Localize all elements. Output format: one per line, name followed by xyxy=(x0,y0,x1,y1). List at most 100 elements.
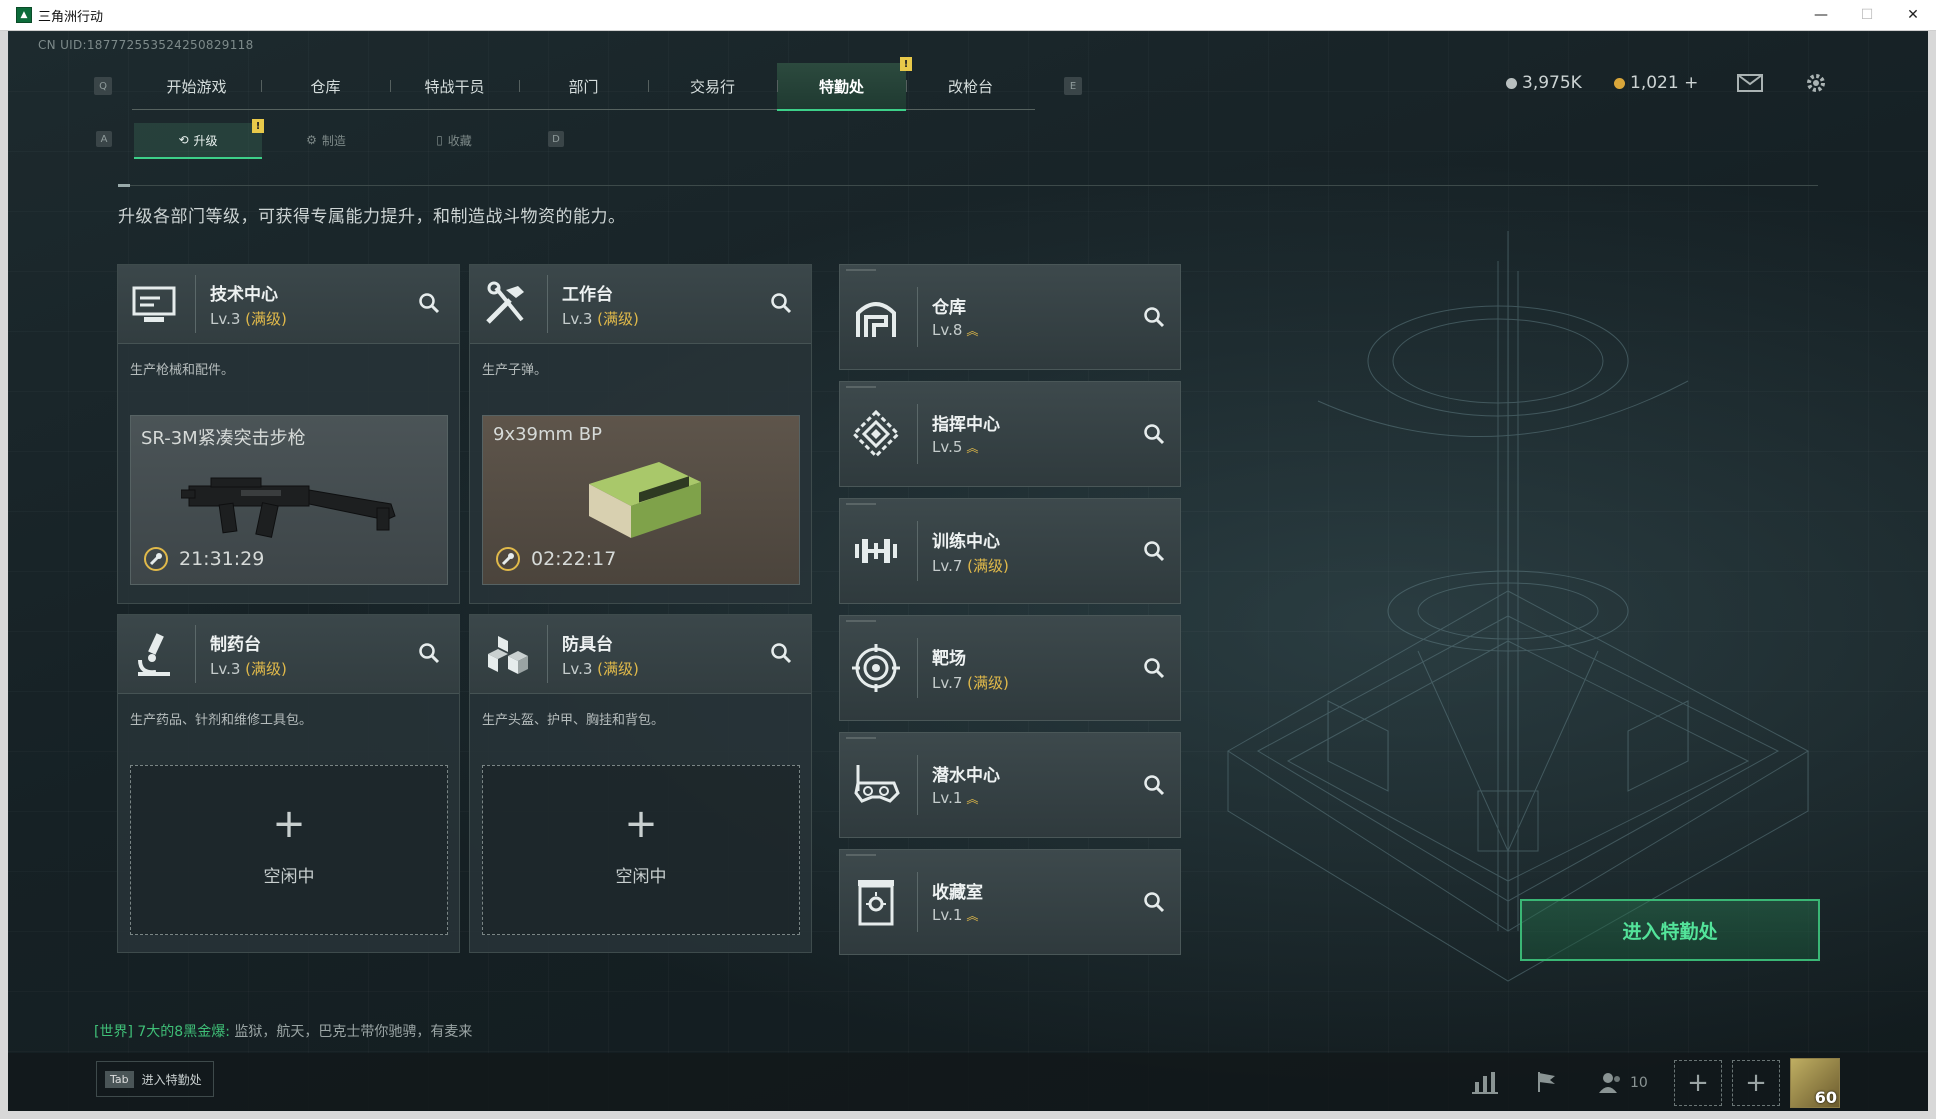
upgrade-available-icon: ︽ xyxy=(966,324,979,338)
world-chat-message[interactable]: [世界] 7大的8黑金爆: 监狱，航天，巴克士带你驰骋，有麦来 xyxy=(94,1021,472,1041)
card-tag-mark xyxy=(846,737,876,739)
friends-button[interactable]: 10 xyxy=(1598,1071,1648,1095)
game-viewport: CN UID:1877725535242508291​18 Q 开始游戏 仓库 … xyxy=(8,31,1928,1111)
page-description: 升级各部门等级，可获得专属能力提升，和制造战斗物资的能力。 xyxy=(118,207,626,227)
facility-level: Lv.7 (满级) xyxy=(932,555,1009,576)
tab-gunsmith[interactable]: 改枪台 xyxy=(906,63,1035,109)
facility-card-shooting-range[interactable]: 靶场 Lv.7 (满级) xyxy=(839,615,1181,721)
idle-label: 空闲中 xyxy=(263,867,315,887)
card-separator xyxy=(917,638,918,698)
department-card-armor-bench[interactable]: 防具台 Lv.3 (满级) 生产头盔、护甲、胸挂和背包。 + 空闲中 xyxy=(469,614,812,953)
facility-card-training-center[interactable]: 训练中心 Lv.7 (满级) xyxy=(839,498,1181,604)
subtab-collection[interactable]: ▯ 收藏 xyxy=(390,123,518,157)
card-name: 技术中心 xyxy=(210,285,278,305)
gold-currency[interactable]: 1,021 + xyxy=(1614,73,1698,93)
maximize-button[interactable]: ☐ xyxy=(1844,0,1890,30)
card-separator xyxy=(547,275,548,333)
mail-button[interactable] xyxy=(1736,69,1764,97)
gold-amount: 1,021 + xyxy=(1630,73,1699,93)
subtab-upgrade[interactable]: ⟲ 升级 xyxy=(134,123,262,159)
rifle-image xyxy=(181,477,396,538)
search-icon[interactable] xyxy=(1142,773,1166,797)
monitor-icon xyxy=(132,286,176,322)
card-level: Lv.3 (满级) xyxy=(562,308,639,329)
silver-currency[interactable]: 3,975K xyxy=(1506,73,1582,93)
minimize-button[interactable]: — xyxy=(1798,0,1844,30)
gold-coin-icon xyxy=(1614,77,1625,89)
department-card-workbench[interactable]: 工作台 Lv.3 (满级) 生产子弹。 9x39mm BP 02:22:17 xyxy=(469,264,812,604)
upgrade-alert-badge: ! xyxy=(252,119,264,133)
search-icon[interactable] xyxy=(1142,656,1166,680)
tab-warehouse[interactable]: 仓库 xyxy=(261,63,390,109)
search-icon[interactable] xyxy=(769,641,793,665)
search-icon[interactable] xyxy=(1142,890,1166,914)
search-icon[interactable] xyxy=(417,291,441,315)
department-card-tech-center[interactable]: 技术中心 Lv.3 (满级) 生产枪械和配件。 SR-3M紧凑突击步枪 21:3… xyxy=(117,264,460,604)
tab-department[interactable]: 部门 xyxy=(519,63,648,109)
facility-level: Lv.1 ︽ xyxy=(932,906,978,924)
search-icon[interactable] xyxy=(769,291,793,315)
department-card-pharmacy[interactable]: 制药台 Lv.3 (满级) 生产药品、针剂和维修工具包。 + 空闲中 xyxy=(117,614,460,953)
level-value: Lv.5 xyxy=(932,438,963,456)
player-avatar[interactable]: 60 xyxy=(1790,1058,1840,1108)
player-level: 60 xyxy=(1814,1088,1837,1107)
timer-wrench-icon xyxy=(144,547,168,571)
facility-name: 指挥中心 xyxy=(932,415,1000,435)
idle-label: 空闲中 xyxy=(615,867,667,887)
dumbbell-icon xyxy=(855,539,897,563)
facility-level: Lv.8 ︽ xyxy=(932,321,978,339)
facility-card-collection-room[interactable]: 收藏室 Lv.1 ︽ xyxy=(839,849,1181,955)
mail-icon xyxy=(1737,74,1763,92)
search-icon[interactable] xyxy=(417,641,441,665)
card-header: 技术中心 Lv.3 (满级) xyxy=(118,265,459,344)
tab-operators[interactable]: 特战干员 xyxy=(390,63,519,109)
card-name: 制药台 xyxy=(210,635,261,655)
empty-crafting-slot[interactable]: + 空闲中 xyxy=(482,765,800,935)
party-slot-2[interactable]: + xyxy=(1732,1060,1780,1106)
tab-special-ops[interactable]: 特勤处 xyxy=(777,63,906,111)
level-value: Lv.1 xyxy=(932,906,963,924)
card-separator xyxy=(917,287,918,347)
upgrade-available-icon: ︽ xyxy=(966,441,979,455)
party-slot-1[interactable]: + xyxy=(1674,1060,1722,1106)
settings-button[interactable] xyxy=(1802,69,1830,97)
window-title: 三角洲行动 xyxy=(38,9,104,25)
subnav-prev-key-hint: A xyxy=(96,131,112,147)
friends-count: 10 xyxy=(1630,1075,1648,1091)
crafting-item-name: SR-3M紧凑突击步枪 xyxy=(141,428,306,449)
card-separator xyxy=(917,404,918,464)
divider-line xyxy=(118,185,1818,186)
flag-button[interactable] xyxy=(1532,1067,1562,1097)
card-subtitle: 生产头盔、护甲、胸挂和背包。 xyxy=(482,713,665,728)
collection-icon: ▯ xyxy=(436,133,443,147)
facility-card-diving-center[interactable]: 潜水中心 Lv.1 ︽ xyxy=(839,732,1181,838)
subtab-craft-label: 制造 xyxy=(321,133,346,148)
tab-trading[interactable]: 交易行 xyxy=(648,63,777,109)
crafting-slot[interactable]: SR-3M紧凑突击步枪 21:31:29 xyxy=(130,415,448,585)
card-tag-mark xyxy=(846,269,876,271)
stats-button[interactable] xyxy=(1470,1067,1500,1097)
target-icon xyxy=(852,644,900,692)
facility-name: 潜水中心 xyxy=(932,766,1000,786)
max-level-label: (满级) xyxy=(245,310,287,328)
level-value: Lv.7 xyxy=(932,674,963,692)
search-icon[interactable] xyxy=(1142,422,1166,446)
special-ops-alert-badge: ! xyxy=(900,57,912,71)
level-value: Lv.7 xyxy=(932,557,963,575)
card-separator xyxy=(195,625,196,683)
flag-icon xyxy=(1538,1072,1555,1092)
tab-shortcut-button[interactable]: Tab 进入特勤处 xyxy=(96,1061,214,1097)
tab-key-hint: Tab xyxy=(105,1070,134,1088)
facility-card-warehouse[interactable]: 仓库 Lv.8 ︽ xyxy=(839,264,1181,370)
facility-name: 靶场 xyxy=(932,649,966,669)
subtab-craft[interactable]: ⚙ 制造 xyxy=(262,123,390,157)
crafting-slot[interactable]: 9x39mm BP 02:22:17 xyxy=(482,415,800,585)
tab-start-game[interactable]: 开始游戏 xyxy=(132,63,261,109)
search-icon[interactable] xyxy=(1142,305,1166,329)
empty-crafting-slot[interactable]: + 空闲中 xyxy=(130,765,448,935)
card-separator xyxy=(195,275,196,333)
search-icon[interactable] xyxy=(1142,539,1166,563)
close-button[interactable]: ✕ xyxy=(1890,0,1936,30)
facility-card-command-center[interactable]: 指挥中心 Lv.5 ︽ xyxy=(839,381,1181,487)
enter-special-ops-button[interactable]: 进入特勤处 xyxy=(1520,899,1820,961)
